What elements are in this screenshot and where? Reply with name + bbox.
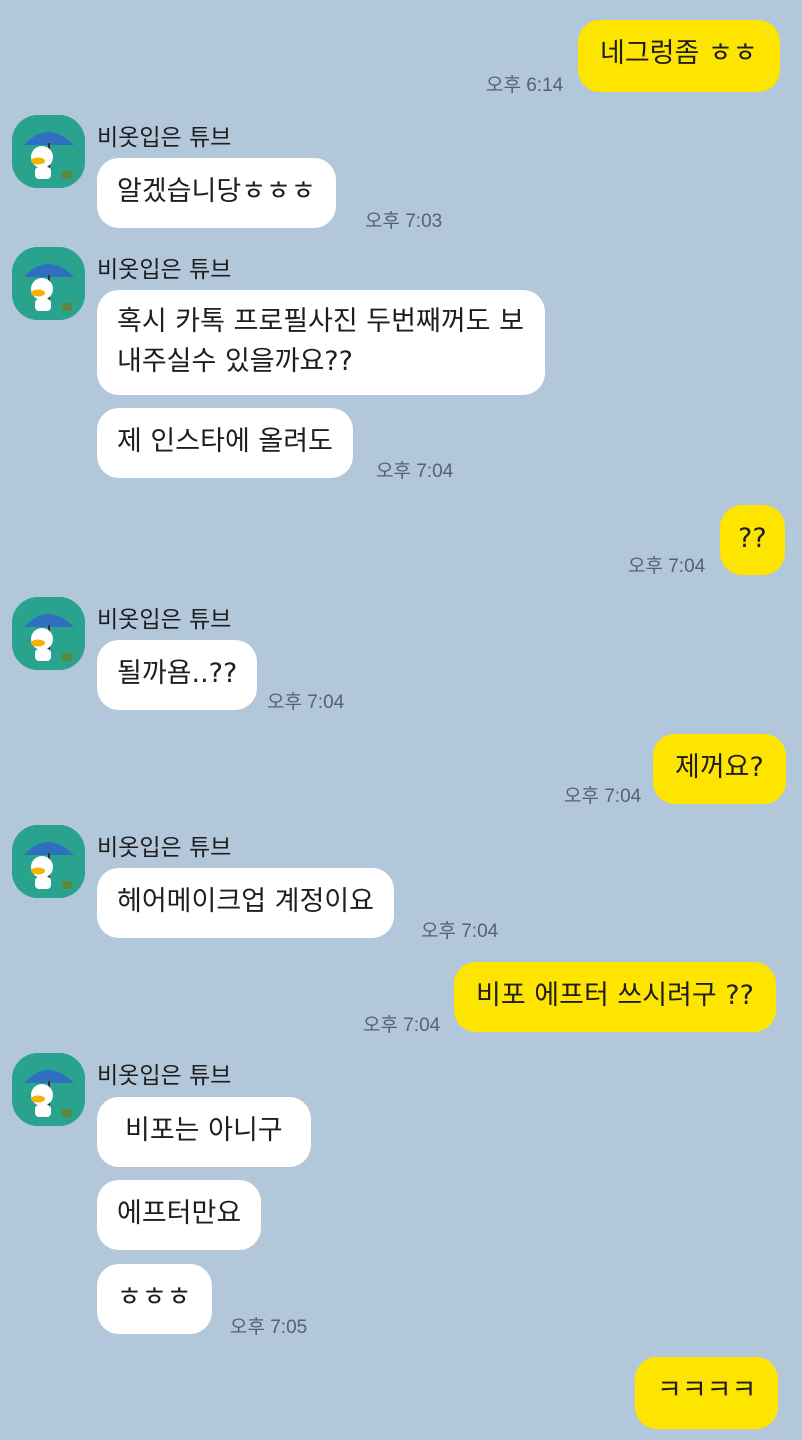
avatar[interactable] (12, 115, 85, 188)
message-time: 오후 7:03 (365, 211, 443, 232)
tube-duck-umbrella-avatar-icon (12, 825, 85, 898)
incoming-message[interactable]: 될까욤..?? (97, 640, 258, 710)
outgoing-message[interactable]: 비포 에프터 쓰시려구 ?? (454, 962, 776, 1032)
sender-name: 비옷입은 튜브 (97, 835, 232, 861)
tube-duck-umbrella-avatar-icon (12, 597, 85, 670)
incoming-message[interactable]: 헤어메이크업 계정이요 (97, 868, 394, 938)
message-time: 오후 7:04 (376, 461, 454, 482)
sender-name: 비옷입은 튜브 (97, 607, 232, 633)
tube-duck-umbrella-avatar-icon (12, 247, 85, 320)
incoming-message[interactable]: 알겠습니당ㅎㅎㅎ (97, 158, 336, 228)
outgoing-message[interactable]: ?? (720, 505, 785, 575)
outgoing-message[interactable]: 제꺼요? (653, 734, 786, 804)
sender-name: 비옷입은 튜브 (97, 125, 232, 151)
message-time: 오후 7:04 (564, 786, 642, 807)
incoming-message[interactable]: 비포는 아니구 (97, 1097, 311, 1167)
avatar[interactable] (12, 597, 85, 670)
message-time: 오후 7:05 (230, 1317, 308, 1338)
tube-duck-umbrella-avatar-icon (12, 1053, 85, 1126)
outgoing-message[interactable]: 네그렁좀 ㅎㅎ (578, 20, 780, 92)
avatar[interactable] (12, 825, 85, 898)
message-time: 오후 7:04 (363, 1015, 441, 1036)
avatar[interactable] (12, 1053, 85, 1126)
message-time: 오후 7:04 (421, 921, 499, 942)
incoming-message[interactable]: 혹시 카톡 프로필사진 두번째꺼도 보내주실수 있을까요?? (97, 290, 545, 395)
tube-duck-umbrella-avatar-icon (12, 115, 85, 188)
message-time: 오후 7:04 (267, 692, 345, 713)
sender-name: 비옷입은 튜브 (97, 257, 232, 283)
message-time: 오후 7:04 (628, 556, 706, 577)
outgoing-message[interactable]: ㅋㅋㅋㅋ (635, 1357, 779, 1429)
incoming-message[interactable]: 제 인스타에 올려도 (97, 408, 353, 478)
avatar[interactable] (12, 247, 85, 320)
incoming-message[interactable]: 에프터만요 (97, 1180, 262, 1250)
incoming-message[interactable]: ㅎㅎㅎ (97, 1264, 212, 1334)
sender-name: 비옷입은 튜브 (97, 1063, 232, 1089)
message-time: 오후 6:14 (486, 75, 564, 96)
